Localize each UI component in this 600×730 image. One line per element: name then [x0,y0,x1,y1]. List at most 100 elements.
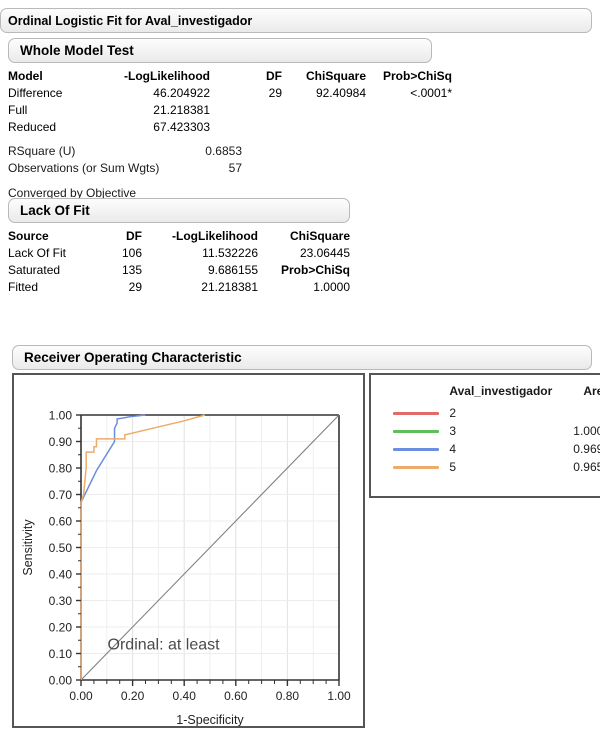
cell-df [210,119,282,136]
ordinal-logistic-fit-report: Ordinal Logistic Fit for Aval_investigad… [0,8,592,33]
cell-loglik: 21.218381 [201,280,258,294]
cell-loglik: 67.423303 [153,120,210,134]
table-row: Lack Of Fit 106 11.532226 23.06445 [8,245,350,262]
svg-text:0.70: 0.70 [49,488,73,502]
roc-title-bar[interactable]: Receiver Operating Characteristic [12,345,592,370]
summary-value-observations: 57 [228,161,242,175]
cell-model: Difference [8,86,63,100]
whole-model-test-table: Model -LogLikelihood DF ChiSquare Prob>C… [8,68,452,136]
lack-of-fit-title: Lack Of Fit [20,203,90,218]
svg-text:0.60: 0.60 [49,515,73,529]
svg-text:Sensitivity: Sensitivity [21,519,35,576]
cell-prob: <.0001* [410,86,452,100]
legend-level-label: 4 [449,442,457,456]
table-row: Fitted 29 21.218381 1.0000 [8,279,350,296]
whole-model-test-title-bar[interactable]: Whole Model Test [8,38,432,63]
column-header-prob: Prob>ChiSq [382,69,452,83]
cell-chisquare [282,102,366,119]
whole-model-test-summary: RSquare (U) 0.6853 Observations (or Sum … [8,143,242,177]
cell-loglik: 11.532226 [202,246,258,260]
svg-text:1.00: 1.00 [49,409,73,423]
svg-text:0.80: 0.80 [49,462,73,476]
cell-df: 106 [121,246,142,260]
legend-header-group: Aval_investigador [449,384,553,398]
svg-text:0.20: 0.20 [121,689,145,703]
legend-header-row: Aval_investigador Area [371,383,600,404]
svg-text:0.60: 0.60 [224,689,248,703]
legend-swatch-cell [371,440,445,458]
cell-loglik: 46.204922 [153,86,210,100]
column-header-loglik: -LogLikelihood [124,69,210,83]
svg-text:0.10: 0.10 [49,647,73,661]
svg-text:Ordinal: at least: Ordinal: at least [108,637,221,654]
cell-source: Fitted [8,280,39,294]
whole-model-test-title: Whole Model Test [20,43,134,58]
legend-spacer [371,383,445,404]
cell-loglik: 21.218381 [153,103,210,117]
legend-level-label: 5 [449,460,457,474]
column-header-df: DF [126,229,142,243]
cell-df [210,102,282,119]
summary-row-observations: Observations (or Sum Wgts) 57 [8,160,242,177]
table-row: Reduced 67.423303 [8,119,452,136]
cell-df: 29 [268,86,282,100]
legend-row[interactable]: 3 1.0000 [371,422,600,440]
svg-text:0.20: 0.20 [49,621,73,635]
table-header-row: Model -LogLikelihood DF ChiSquare Prob>C… [8,68,452,85]
table-row: Full 21.218381 [8,102,452,119]
legend-swatch-cell [371,458,445,476]
cell-source: Lack Of Fit [8,246,67,260]
legend-row[interactable]: 4 0.9698 [371,440,600,458]
svg-text:0.90: 0.90 [49,435,73,449]
roc-chart[interactable]: 0.00 0.10 0.20 0.30 0.40 0.50 0.60 0.70 0.80 0.90… [14,375,363,727]
cell-prob [366,119,452,136]
svg-text:0.00: 0.00 [69,689,93,703]
roc-section: Receiver Operating Characteristic 0.00 0.… [12,345,600,728]
legend-color-swatch-icon [393,429,439,433]
legend-color-swatch-icon [393,411,439,415]
roc-legend-frame: Aval_investigador Area 2 . [369,373,600,498]
cell-df: 29 [128,280,142,294]
legend-color-swatch-icon [393,465,439,469]
svg-text:0.40: 0.40 [173,689,197,703]
legend-color-swatch-icon [393,447,439,451]
roc-legend-table: Aval_investigador Area 2 . [371,383,600,476]
legend-area-value: 1.0000 [573,424,600,438]
cell-chisquare [282,119,366,136]
legend-level-label: 3 [449,424,457,438]
column-header-chisquare: ChiSquare [305,69,366,83]
column-header-model: Model [8,69,43,83]
table-row: Difference 46.204922 29 92.40984 <.0001* [8,85,452,102]
page-title: Ordinal Logistic Fit for Aval_investigad… [8,13,253,28]
svg-text:0.30: 0.30 [49,594,73,608]
legend-swatch-cell [371,422,445,440]
svg-text:0.50: 0.50 [49,541,73,555]
legend-row[interactable]: 5 0.9659 [371,458,600,476]
summary-value-rsquare: 0.6853 [205,144,242,158]
cell-model: Reduced [8,120,57,134]
legend-area-value: 0.9698 [573,442,600,456]
roc-plot-frame: 0.00 0.10 0.20 0.30 0.40 0.50 0.60 0.70 0.80 0.90… [12,373,365,728]
cell-chisquare: 23.06445 [299,246,350,260]
legend-row[interactable]: 2 . [371,404,600,422]
summary-row-rsquare: RSquare (U) 0.6853 [8,143,242,160]
lack-of-fit-title-bar[interactable]: Lack Of Fit [8,198,350,223]
cell-model: Full [8,103,28,117]
svg-text:0.80: 0.80 [276,689,300,703]
roc-body: 0.00 0.10 0.20 0.30 0.40 0.50 0.60 0.70 0.80 0.90… [12,373,600,728]
svg-text:0.00: 0.00 [49,674,73,688]
legend-level-label: 2 [449,406,457,420]
column-header-source: Source [8,229,49,243]
svg-text:0.40: 0.40 [49,568,73,582]
lack-of-fit-table: Source DF -LogLikelihood ChiSquare Lack … [8,228,350,296]
cell-prob-chisq-header: Prob>ChiSq [280,263,350,277]
legend-area-value: . [552,404,600,422]
svg-text:1-Specificity: 1-Specificity [176,713,244,726]
cell-loglik: 9.686155 [207,263,258,277]
cell-chisquare: 92.40984 [315,86,366,100]
roc-title: Receiver Operating Characteristic [24,350,242,365]
report-title-bar[interactable]: Ordinal Logistic Fit for Aval_investigad… [0,8,592,33]
column-header-chisquare: ChiSquare [289,229,350,243]
cell-prob-value: 1.0000 [313,280,350,294]
svg-text:1.00: 1.00 [327,689,351,703]
